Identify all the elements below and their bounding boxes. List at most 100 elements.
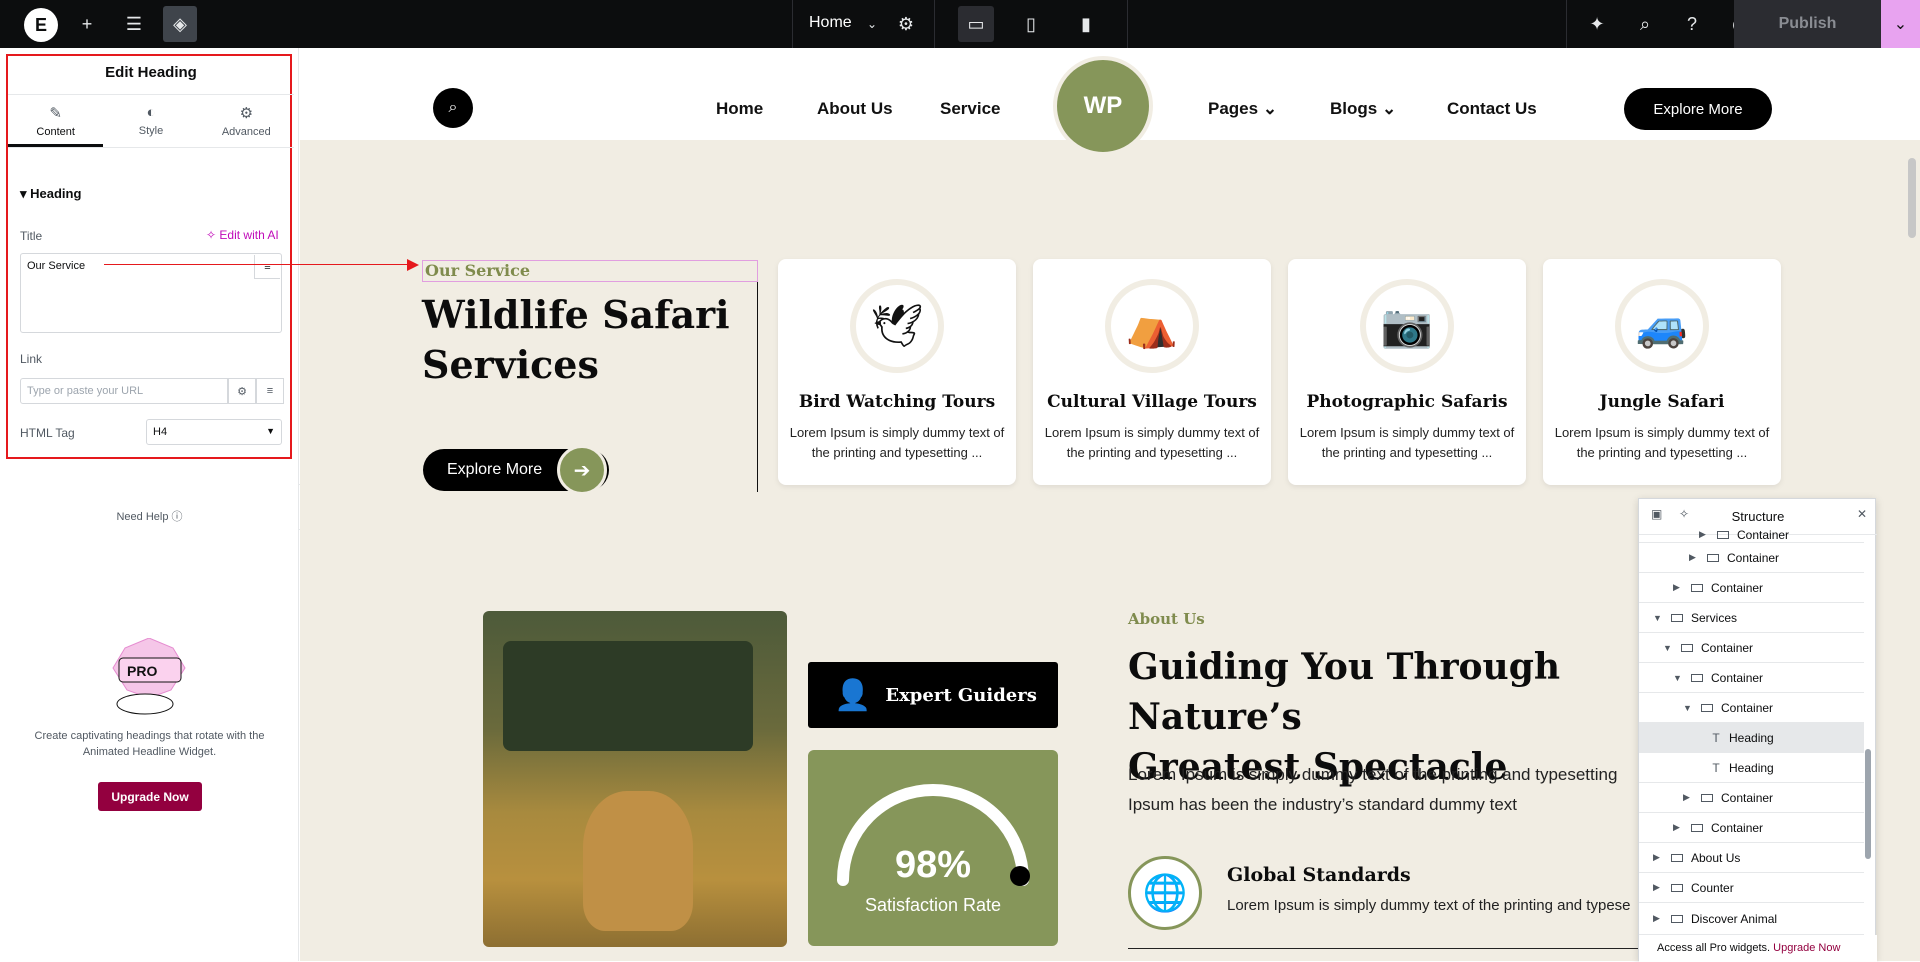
- jeep-shape: [503, 641, 753, 751]
- divider-line: [1128, 948, 1688, 949]
- upgrade-now-link[interactable]: Upgrade Now: [1773, 942, 1840, 954]
- service-card[interactable]: ⛺ Cultural Village Tours Lorem Ipsum is …: [1033, 259, 1271, 485]
- canvas-scrollbar[interactable]: [1908, 158, 1916, 238]
- mobile-icon[interactable]: ▮: [1069, 6, 1103, 42]
- site-header: ⌕ Home About Us Service WP Pages ⌄ Blogs…: [300, 48, 1920, 156]
- structure-scrollbar[interactable]: [1865, 749, 1871, 859]
- jeep-icon: 🚙: [1615, 279, 1709, 373]
- list-item[interactable]: ▶ Container: [1639, 783, 1864, 813]
- publish-options-chevron-icon[interactable]: ⌄: [1881, 0, 1920, 48]
- chevron-down-icon: ▼: [266, 426, 275, 436]
- search-icon[interactable]: ⌕: [1628, 6, 1662, 42]
- arrow-right-icon[interactable]: ➔: [557, 445, 607, 495]
- list-item-selected[interactable]: T Heading: [1639, 723, 1864, 753]
- satisfaction-box: 98% Satisfaction Rate: [808, 750, 1058, 946]
- layers-icon[interactable]: ◈: [163, 6, 197, 42]
- pro-badge: PRO: [127, 663, 157, 679]
- publish-button[interactable]: Publish: [1734, 0, 1881, 48]
- contrast-icon: ◐: [146, 104, 156, 121]
- text-icon: T: [1712, 760, 1720, 775]
- need-help-link[interactable]: Need Help ⓘ: [0, 508, 299, 524]
- services-title[interactable]: Wildlife Safari Services: [422, 290, 732, 390]
- link-dynamic-icon[interactable]: ≡: [256, 378, 284, 404]
- satisfaction-label: Satisfaction Rate: [864, 895, 1002, 915]
- site-search-icon[interactable]: ⌕: [433, 88, 473, 128]
- nav-pages[interactable]: Pages ⌄: [1208, 99, 1277, 119]
- card-desc: Lorem Ipsum is simply dummy text of the …: [1044, 425, 1260, 460]
- panel-title: Edit Heading: [105, 64, 197, 81]
- tablet-icon[interactable]: ▯: [1014, 6, 1048, 42]
- list-item[interactable]: T Heading: [1639, 753, 1864, 783]
- lion-shape: [583, 791, 693, 931]
- nav-about-us[interactable]: About Us: [817, 99, 893, 119]
- guide-icon: 👤: [834, 677, 872, 713]
- html-tag-select[interactable]: H4 ▼: [146, 419, 282, 445]
- our-service-heading[interactable]: Our Service: [422, 260, 758, 282]
- list-item[interactable]: ▶ Discover Animal: [1639, 903, 1864, 935]
- title-label: Title: [20, 229, 43, 243]
- pro-illustration: PRO: [112, 638, 186, 715]
- list-item[interactable]: ▼ Container: [1639, 693, 1864, 723]
- tab-style[interactable]: ◐ Style: [103, 95, 198, 147]
- tab-advanced[interactable]: ⚙ Advanced: [199, 95, 294, 147]
- close-icon[interactable]: ✕: [1857, 507, 1867, 521]
- nav-blogs[interactable]: Blogs ⌄: [1330, 99, 1396, 119]
- upgrade-now-button[interactable]: Upgrade Now: [98, 782, 202, 811]
- notifications-icon[interactable]: ✦: [1580, 6, 1614, 42]
- global-standards-title: Global Standards: [1227, 864, 1411, 886]
- chevron-down-icon[interactable]: ⌄: [855, 6, 889, 42]
- nav-contact-us[interactable]: Contact Us: [1447, 99, 1537, 119]
- list-item[interactable]: ▶ Container: [1639, 527, 1864, 543]
- card-desc: Lorem Ipsum is simply dummy text of the …: [1554, 425, 1770, 460]
- add-icon[interactable]: +: [70, 6, 104, 42]
- list-item[interactable]: ▼ Services: [1639, 603, 1864, 633]
- page-name[interactable]: Home: [809, 14, 852, 32]
- about-us-label: About Us: [1128, 610, 1205, 628]
- tab-content[interactable]: ✎ Content: [8, 95, 104, 147]
- list-item[interactable]: ▶ About Us: [1639, 843, 1864, 873]
- service-card[interactable]: 🚙 Jungle Safari Lorem Ipsum is simply du…: [1543, 259, 1781, 485]
- satisfaction-percent: 98%: [894, 844, 972, 886]
- link-settings-icon[interactable]: ⚙: [228, 378, 256, 404]
- camera-icon: 📷: [1360, 279, 1454, 373]
- nav-home[interactable]: Home: [716, 99, 763, 119]
- section-toggle[interactable]: ▾ Heading: [20, 186, 81, 202]
- link-label: Link: [20, 352, 43, 366]
- service-card[interactable]: 🕊 Bird Watching Tours Lorem Ipsum is sim…: [778, 259, 1016, 485]
- help-icon[interactable]: ?: [1675, 6, 1709, 42]
- elementor-logo-icon[interactable]: E: [24, 8, 58, 42]
- nav-service[interactable]: Service: [940, 99, 1001, 119]
- bird-icon: 🕊: [850, 279, 944, 373]
- service-card[interactable]: 📷 Photographic Safaris Lorem Ipsum is si…: [1288, 259, 1526, 485]
- settings-sliders-icon[interactable]: ☰: [117, 6, 151, 42]
- list-item[interactable]: ▶ Container: [1639, 573, 1864, 603]
- about-text: Lorem Ipsum is simply dummy text of the …: [1128, 765, 1618, 814]
- list-item[interactable]: ▶ Container: [1639, 813, 1864, 843]
- page-settings-gear-icon[interactable]: ⚙: [889, 6, 923, 42]
- editor-topbar: E + ☰ ◈ Home ⌄ ⚙ ▭ ▯ ▮ ✦ ⌕ ? ◉ Publish ⌄: [0, 0, 1920, 48]
- title-textarea[interactable]: Our Service: [20, 253, 282, 333]
- pencil-icon: ✎: [49, 105, 62, 122]
- annotation-arrow: [104, 264, 414, 265]
- card-title: Jungle Safari: [1599, 392, 1725, 412]
- header-explore-button[interactable]: Explore More: [1624, 88, 1772, 130]
- edit-with-ai-link[interactable]: ✧ Edit with AI: [206, 228, 279, 242]
- structure-footer: Access all Pro widgets. Upgrade Now: [1639, 935, 1877, 962]
- list-item[interactable]: ▶ Container: [1639, 543, 1864, 573]
- chevron-down-icon: ⌄: [1262, 99, 1278, 118]
- text-icon: T: [1712, 730, 1720, 745]
- safari-photo: [483, 611, 787, 947]
- list-item[interactable]: ▶ Counter: [1639, 873, 1864, 903]
- site-logo[interactable]: WP: [1053, 56, 1153, 156]
- list-item[interactable]: ▼ Container: [1639, 663, 1864, 693]
- chevron-down-icon: ⌄: [1381, 99, 1397, 118]
- link-input[interactable]: Type or paste your URL: [20, 378, 228, 404]
- list-item[interactable]: ▼ Container: [1639, 633, 1864, 663]
- edit-heading-box: Edit Heading ✎ Content ◐ Style ⚙ Advanced ▾…: [6, 54, 294, 459]
- global-standards-text: Lorem Ipsum is simply dummy text of the …: [1227, 897, 1631, 914]
- desktop-icon[interactable]: ▭: [958, 6, 994, 42]
- divider-line: [757, 282, 758, 492]
- annotation-arrow-head: [407, 259, 419, 271]
- dynamic-tags-icon[interactable]: ≡: [254, 255, 280, 279]
- globe-icon: 🌐: [1128, 856, 1202, 930]
